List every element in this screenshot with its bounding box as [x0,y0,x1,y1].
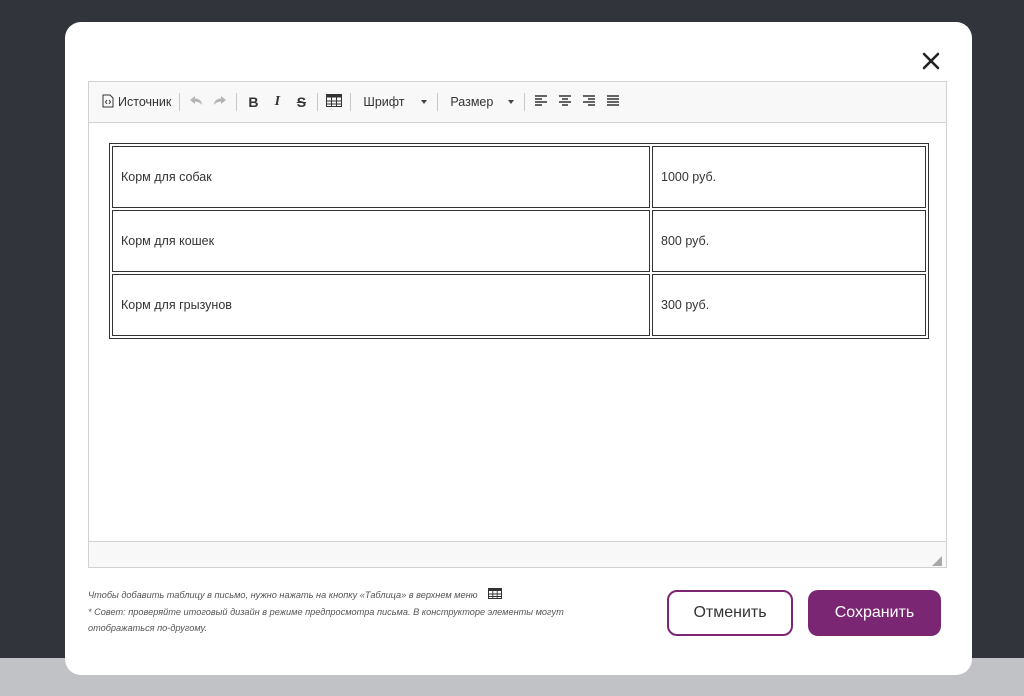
note-line-table: Чтобы добавить таблицу в письмо, нужно н… [88,587,608,604]
chevron-down-icon [421,100,428,104]
price-table[interactable]: Корм для собак 1000 руб. Корм для кошек … [109,143,929,339]
table-cell-name[interactable]: Корм для кошек [112,210,650,272]
toolbar-separator [179,93,181,111]
font-select[interactable]: Шрифт [355,90,433,114]
bold-label: B [248,94,259,110]
redo-icon [213,95,227,110]
editor-content-area[interactable]: Корм для собак 1000 руб. Корм для кошек … [89,123,946,541]
table-cell-price[interactable]: 1000 руб. [652,146,926,208]
size-select-label: Размер [450,95,494,109]
undo-button[interactable] [184,90,208,114]
align-justify-icon [607,95,620,109]
italic-label: I [274,94,281,109]
bold-button[interactable]: B [241,90,265,114]
note-text-tip: * Совет: проверяйте итоговый дизайн в ре… [88,606,564,633]
help-notes: Чтобы добавить таблицу в письмо, нужно н… [88,587,608,636]
table-cell-name[interactable]: Корм для собак [112,146,650,208]
strikethrough-button[interactable]: S [289,90,313,114]
align-right-button[interactable] [577,90,601,114]
note-text-table: Чтобы добавить таблицу в письмо, нужно н… [88,590,478,600]
align-right-icon [583,95,596,109]
save-button[interactable]: Сохранить [808,590,941,636]
align-left-button[interactable] [529,90,553,114]
undo-icon [189,95,203,110]
table-editor-dialog: Источник B I S Шрифт Размер Корм для соб… [65,22,972,675]
table-row: Корм для кошек 800 руб. [112,210,926,272]
table-row: Корм для грызунов 300 руб. [112,274,926,336]
align-left-icon [535,95,548,109]
table-button[interactable] [322,90,346,114]
source-label: Источник [118,95,172,109]
size-select[interactable]: Размер [442,90,520,114]
resize-handle-icon[interactable] [932,553,942,566]
align-center-button[interactable] [553,90,577,114]
align-center-icon [559,95,572,109]
table-icon [488,587,503,604]
editor-toolbar: Источник B I S Шрифт Размер [89,82,946,123]
toolbar-separator [317,93,319,111]
close-icon[interactable] [920,50,942,72]
strike-label: S [296,94,307,110]
source-button[interactable]: Источник [100,90,175,114]
source-icon [102,94,114,111]
cancel-button[interactable]: Отменить [667,590,793,636]
rich-text-editor: Источник B I S Шрифт Размер Корм для соб… [88,81,947,568]
toolbar-separator [437,93,439,111]
align-justify-button[interactable] [601,90,625,114]
toolbar-separator [350,93,352,111]
table-cell-price[interactable]: 800 руб. [652,210,926,272]
toolbar-separator [236,93,238,111]
font-select-label: Шрифт [363,95,405,109]
redo-button[interactable] [208,90,232,114]
table-icon [326,94,343,110]
table-cell-price[interactable]: 300 руб. [652,274,926,336]
chevron-down-icon [508,100,515,104]
table-cell-name[interactable]: Корм для грызунов [112,274,650,336]
toolbar-separator [524,93,526,111]
editor-statusbar [89,541,946,567]
italic-button[interactable]: I [265,90,289,114]
table-row: Корм для собак 1000 руб. [112,146,926,208]
